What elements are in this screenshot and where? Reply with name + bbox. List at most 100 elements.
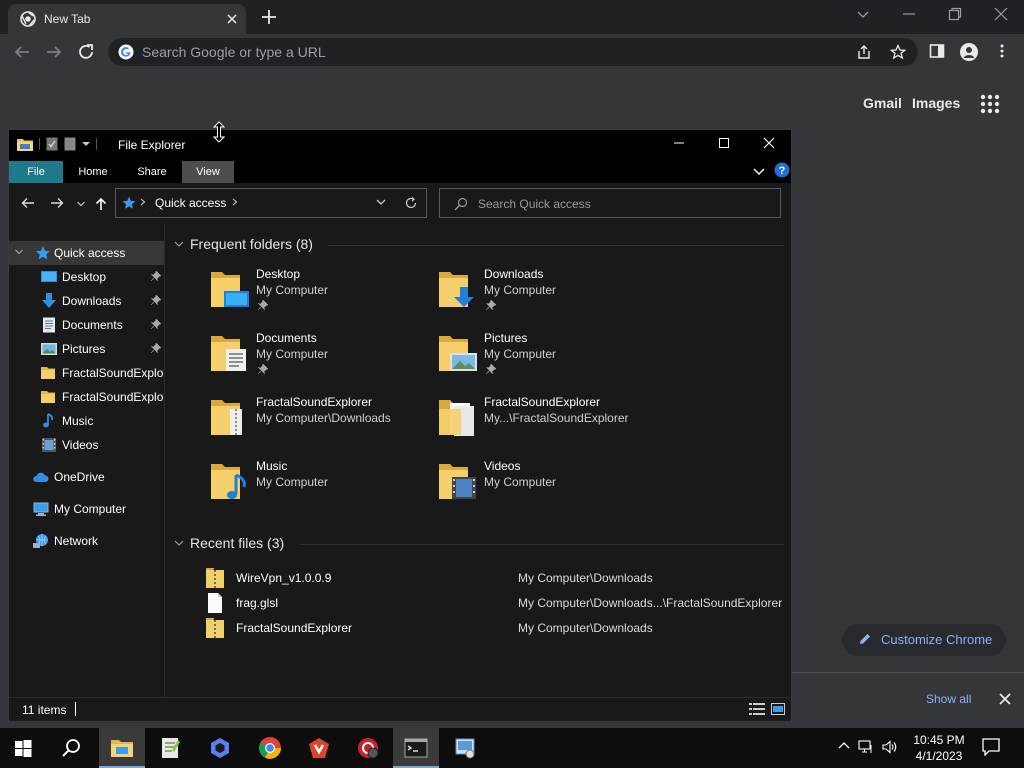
nav-item-pictures[interactable]: Pictures (9, 337, 164, 361)
explorer-title-bar[interactable]: File Explorer (9, 130, 791, 159)
nav-item-desktop[interactable]: Desktop (9, 265, 164, 289)
taskbar-notepad-plus[interactable] (147, 728, 193, 768)
search-input[interactable] (478, 195, 768, 213)
close-window-icon[interactable] (994, 7, 1008, 21)
taskbar-chrome[interactable] (247, 728, 293, 768)
nav-item-documents[interactable]: Documents (9, 313, 164, 337)
breadcrumb-chevron-icon[interactable] (232, 198, 238, 206)
ribbon-tab-file[interactable]: File (9, 161, 63, 183)
folder-tile-desktop[interactable]: Desktop My Computer (210, 265, 438, 325)
ribbon-tab-home[interactable]: Home (67, 161, 119, 183)
folder-tile-fractalsoundexplorer[interactable]: FractalSoundExplorer My Computer\Downloa… (210, 393, 438, 453)
explorer-minimize-icon[interactable] (673, 137, 685, 149)
pin-icon[interactable] (486, 364, 496, 374)
notification-center-icon[interactable] (982, 738, 1000, 756)
back-arrow-icon[interactable] (13, 43, 31, 61)
recent-locations-chevron-icon[interactable] (77, 201, 85, 207)
side-panel-icon[interactable] (929, 43, 945, 59)
minimize-icon[interactable] (902, 7, 916, 21)
recent-files-group-header[interactable]: Recent files (3) (174, 535, 284, 551)
nav-back-icon[interactable] (21, 197, 35, 209)
volume-icon[interactable] (882, 740, 898, 754)
pin-icon[interactable] (151, 319, 161, 329)
address-dropdown-icon[interactable] (376, 199, 386, 205)
ribbon-tab-share[interactable]: Share (124, 161, 180, 183)
large-icons-view-icon[interactable] (771, 703, 785, 715)
show-hidden-icons-chevron-icon[interactable] (838, 740, 850, 754)
taskbar-file-explorer[interactable] (99, 728, 145, 768)
profile-avatar-icon[interactable] (960, 43, 978, 61)
nav-item-onedrive[interactable]: OneDrive (9, 465, 164, 489)
download-bar-close-icon[interactable] (998, 692, 1012, 706)
qat-dropdown-icon[interactable] (82, 140, 90, 148)
start-button[interactable] (0, 728, 46, 768)
restore-icon[interactable] (948, 7, 962, 21)
folder-tile-pictures[interactable]: Pictures My Computer (438, 329, 666, 389)
taskbar-clock[interactable]: 10:45 PM 4/1/2023 (906, 732, 972, 764)
folder-tile-downloads[interactable]: Downloads My Computer (438, 265, 666, 325)
gmail-link[interactable]: Gmail (863, 95, 902, 111)
recent-file-row[interactable]: WireVpn_v1.0.0.9 My Computer\Downloads (206, 566, 786, 590)
folder-tile-music[interactable]: Music My Computer (210, 457, 438, 517)
taskbar-malwarebytes[interactable] (296, 728, 342, 768)
customize-chrome-button[interactable]: Customize Chrome (842, 624, 1006, 656)
collapse-chevron-icon[interactable] (174, 539, 184, 547)
taskbar-app[interactable] (197, 728, 243, 768)
google-apps-grid-icon[interactable] (980, 94, 1000, 114)
expand-ribbon-chevron-icon[interactable] (753, 165, 765, 177)
forward-arrow-icon[interactable] (45, 43, 63, 61)
network-status-icon[interactable] (858, 740, 874, 754)
omnibox[interactable] (108, 38, 918, 66)
taskbar-search-button[interactable] (48, 728, 94, 768)
address-bar[interactable]: Quick access (115, 188, 427, 218)
new-folder-icon[interactable] (64, 137, 76, 151)
folder-tile-documents[interactable]: Documents My Computer (210, 329, 438, 389)
pin-icon[interactable] (151, 343, 161, 353)
tab-search-chevron-icon[interactable] (856, 7, 870, 21)
details-view-icon[interactable] (749, 703, 765, 715)
bookmark-star-icon[interactable] (890, 44, 906, 60)
pin-icon[interactable] (151, 271, 161, 281)
ribbon-tab-view[interactable]: View (182, 161, 234, 183)
nav-item-my-computer[interactable]: My Computer (9, 497, 164, 521)
recent-file-row[interactable]: FractalSoundExplorer My Computer\Downloa… (206, 616, 786, 640)
reload-icon[interactable] (77, 43, 95, 61)
pin-icon[interactable] (258, 300, 268, 310)
folder-tile-fractalsoundexplorer-2[interactable]: FractalSoundExplorer My...\FractalSoundE… (438, 393, 666, 453)
explorer-close-icon[interactable] (763, 137, 775, 149)
folder-tile-videos[interactable]: Videos My Computer (438, 457, 666, 517)
frequent-folders-group-header[interactable]: Frequent folders (8) (174, 236, 313, 252)
menu-kebab-icon[interactable] (994, 43, 1010, 59)
taskbar-control-panel[interactable] (442, 728, 488, 768)
refresh-icon[interactable] (404, 196, 418, 210)
taskbar-security-app[interactable] (345, 728, 391, 768)
nav-item-quick-access[interactable]: Quick access (9, 241, 164, 265)
nav-item-network[interactable]: Network (9, 529, 164, 553)
breadcrumb-quick-access[interactable]: Quick access (155, 196, 226, 210)
explorer-maximize-icon[interactable] (718, 137, 730, 149)
show-all-downloads-link[interactable]: Show all (926, 692, 971, 706)
pin-icon[interactable] (258, 364, 268, 374)
expanded-chevron-icon[interactable] (15, 249, 23, 255)
nav-forward-icon[interactable] (50, 197, 64, 209)
breadcrumb-chevron-icon[interactable] (140, 198, 146, 206)
taskbar-terminal[interactable] (393, 728, 439, 768)
nav-up-icon[interactable] (95, 197, 107, 211)
new-tab-plus-icon[interactable] (260, 8, 278, 26)
pin-icon[interactable] (486, 300, 496, 310)
help-icon[interactable]: ? (774, 162, 790, 178)
collapse-chevron-icon[interactable] (174, 240, 184, 248)
tab-close-icon[interactable] (224, 11, 240, 27)
pin-icon[interactable] (151, 295, 161, 305)
omnibox-input[interactable] (142, 43, 742, 61)
nav-item-downloads[interactable]: Downloads (9, 289, 164, 313)
share-icon[interactable] (856, 44, 872, 60)
nav-item-fractalsoundexplorer[interactable]: FractalSoundExplorer (9, 361, 164, 385)
nav-item-videos[interactable]: Videos (9, 433, 164, 457)
properties-check-icon[interactable] (46, 137, 58, 151)
tab-new-tab[interactable]: New Tab (8, 4, 246, 34)
recent-file-row[interactable]: frag.glsl My Computer\Downloads...\Fract… (206, 591, 786, 615)
nav-item-music[interactable]: Music (9, 409, 164, 433)
search-box[interactable] (439, 188, 781, 218)
images-link[interactable]: Images (912, 95, 960, 111)
